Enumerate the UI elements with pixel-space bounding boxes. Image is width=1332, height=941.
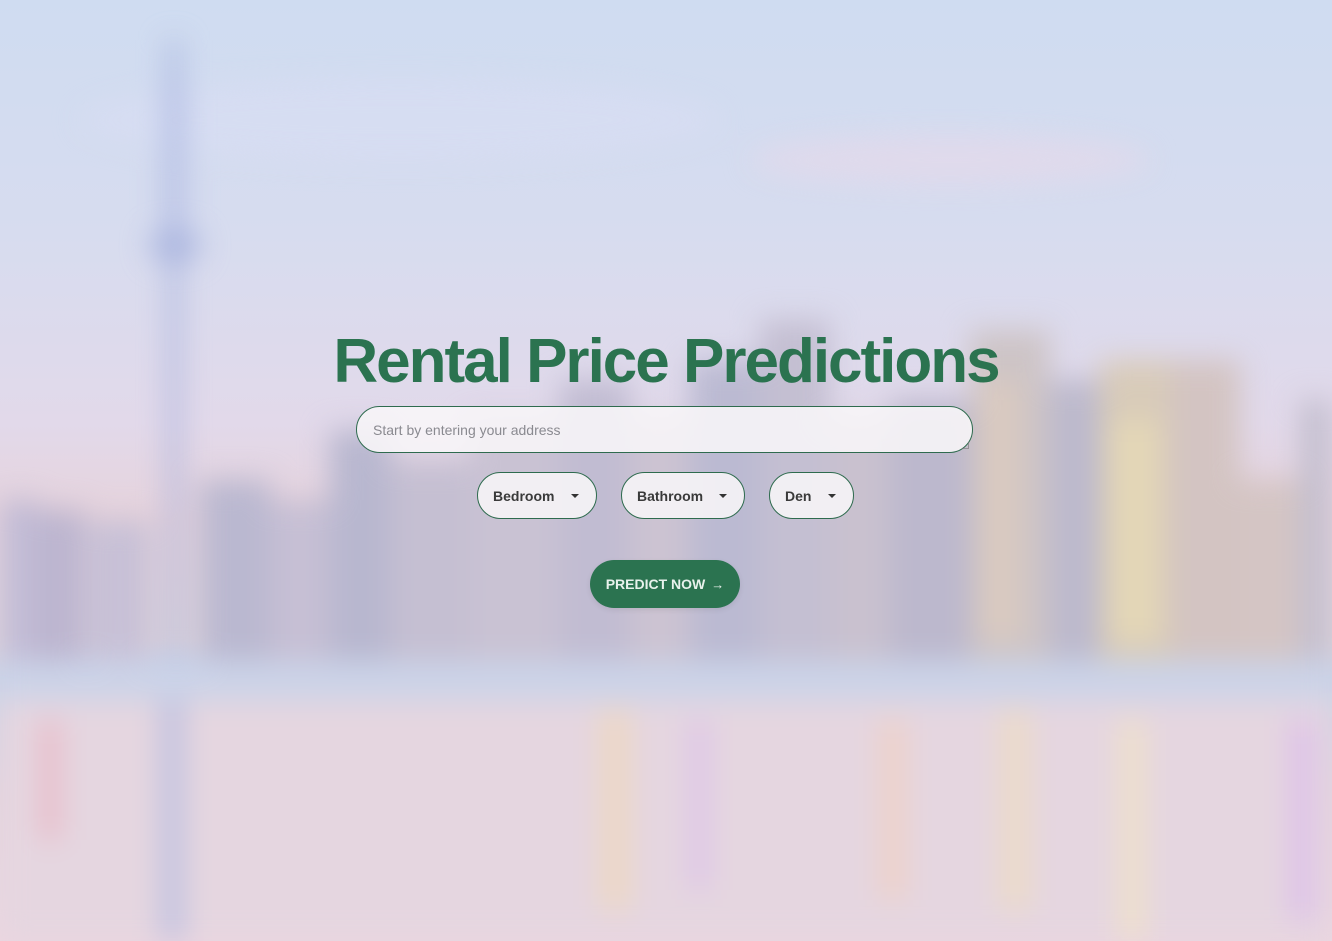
- resize-handle-icon[interactable]: [962, 442, 969, 449]
- page: Rental Price Predictions Start by enteri…: [0, 0, 1332, 941]
- den-select[interactable]: Den: [769, 472, 854, 519]
- predict-now-label: PREDICT NOW: [605, 576, 706, 592]
- bedroom-select[interactable]: Bedroom: [477, 472, 597, 519]
- den-select-label: Den: [785, 487, 812, 504]
- bathroom-select-label: Bathroom: [637, 487, 704, 504]
- address-input[interactable]: Start by entering your address: [356, 406, 973, 453]
- chevron-down-icon: [719, 494, 727, 498]
- address-placeholder: Start by entering your address: [373, 421, 561, 438]
- chevron-down-icon: [571, 494, 579, 498]
- predict-now-button[interactable]: PREDICT NOW →: [590, 560, 740, 608]
- arrow-right-icon: →: [711, 576, 725, 592]
- chevron-down-icon: [828, 494, 836, 498]
- bathroom-select[interactable]: Bathroom: [621, 472, 745, 519]
- room-selects: Bedroom Bathroom Den: [0, 472, 1332, 520]
- bedroom-select-label: Bedroom: [493, 487, 555, 504]
- main-content: Rental Price Predictions Start by enteri…: [0, 0, 1332, 941]
- page-title: Rental Price Predictions: [333, 327, 1000, 396]
